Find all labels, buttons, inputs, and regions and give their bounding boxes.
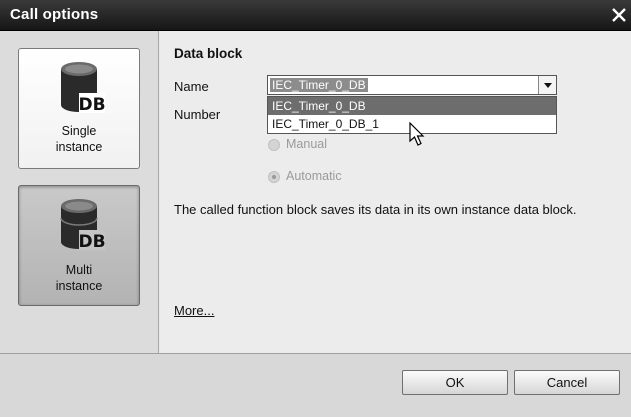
data-block-panel: Data block Name Number IEC_Timer_0_DB IE… — [160, 31, 631, 353]
multi-label-line1: Multi — [65, 263, 93, 277]
chevron-down-icon — [544, 83, 552, 88]
description-text: The called function block saves its data… — [174, 202, 577, 217]
window-title: Call options — [10, 6, 99, 23]
number-label: Number — [174, 107, 221, 122]
button-bar: OK Cancel — [0, 353, 631, 417]
section-title: Data block — [174, 46, 243, 61]
automatic-radio[interactable]: Automatic — [268, 169, 368, 185]
database-icon: DB — [60, 199, 105, 252]
multi-label-line2: instance — [55, 279, 103, 293]
single-label-line1: Single — [61, 124, 97, 138]
multi-instance-label: Multi instance — [19, 262, 139, 294]
single-instance-button[interactable]: DB Single instance — [18, 48, 140, 169]
title-bar: Call options — [0, 0, 631, 31]
manual-radio-label: Manual — [286, 137, 327, 151]
name-label: Name — [174, 79, 209, 94]
name-combobox-value: IEC_Timer_0_DB — [270, 78, 368, 92]
more-link[interactable]: More... — [174, 303, 214, 318]
db-icon-text: DB — [78, 95, 105, 115]
cancel-button[interactable]: Cancel — [514, 370, 620, 395]
mouse-cursor-icon — [409, 122, 425, 146]
database-icon: DB — [61, 62, 105, 115]
single-label-line2: instance — [55, 140, 103, 154]
ok-button[interactable]: OK — [402, 370, 508, 395]
dropdown-option[interactable]: IEC_Timer_0_DB — [268, 97, 556, 115]
close-icon[interactable] — [609, 3, 629, 27]
dropdown-toggle[interactable] — [538, 76, 556, 94]
automatic-radio-label: Automatic — [286, 169, 342, 183]
manual-radio[interactable]: Manual — [268, 137, 368, 153]
name-combobox[interactable]: IEC_Timer_0_DB — [267, 75, 557, 95]
multi-instance-button[interactable]: DB Multi instance — [18, 185, 140, 306]
radio-button-icon — [268, 139, 280, 151]
radio-button-selected-icon — [268, 171, 280, 183]
instance-type-panel: DB Single instance DB Multi instance — [0, 31, 159, 353]
db-icon-text: DB — [78, 232, 105, 252]
single-instance-label: Single instance — [19, 123, 139, 155]
